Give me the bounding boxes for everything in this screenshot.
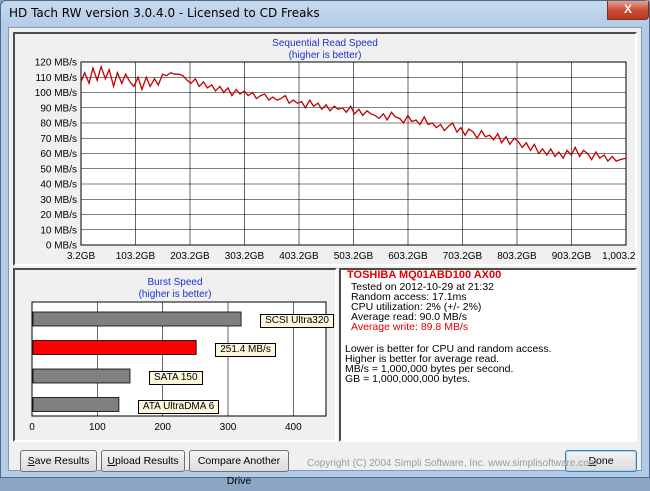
- burst-x-tick-label: 400: [285, 422, 302, 433]
- seq-x-tick-label: 503.2GB: [334, 251, 374, 262]
- burst-x-tick-label: 0: [29, 422, 35, 433]
- save-results-accel: S: [27, 455, 35, 467]
- seq-y-tick-label: 20 MB/s: [40, 210, 77, 221]
- burst-bar-label: SCSI Ultra320: [260, 314, 334, 328]
- burst-x-tick-label: 300: [220, 422, 237, 433]
- compare-another-drive-button[interactable]: Compare Another Drive: [189, 450, 289, 487]
- burst-bar: [32, 368, 131, 384]
- seq-y-tick-label: 10 MB/s: [40, 225, 77, 236]
- client-area: Sequential Read Speed (higher is better)…: [8, 27, 642, 487]
- burst-bar: [32, 397, 120, 412]
- burst-bar-label: SATA 150: [149, 371, 203, 385]
- seq-y-tick-label: 60 MB/s: [40, 149, 77, 160]
- save-results-button[interactable]: Save Results: [20, 450, 97, 472]
- seq-y-tick-label: 40 MB/s: [40, 180, 77, 191]
- seq-x-tick-label: 703.2GB: [443, 251, 483, 262]
- upload-results-button[interactable]: Upload Results: [101, 450, 185, 472]
- upload-results-accel: U: [107, 455, 115, 467]
- burst-speed-panel: Burst Speed (higher is better) 0 100 200 30…: [13, 268, 337, 442]
- seq-y-tick-label: 90 MB/s: [40, 103, 77, 114]
- seq-y-tick-label: 80 MB/s: [40, 119, 77, 130]
- seq-x-tick-label: 303.2GB: [225, 251, 265, 262]
- drive-info-panel: TOSHIBA MQ01ABD100 AX00 Tested on 2012-1…: [339, 268, 637, 442]
- burst-bar-label: ATA UltraDMA 6: [137, 399, 220, 414]
- window-title: HD Tach RW version 3.0.4.0 - Licensed to…: [9, 6, 320, 20]
- burst-x-tick-label: 200: [154, 422, 171, 433]
- burst-bar: [32, 311, 242, 327]
- seq-x-tick-label: 3.2GB: [67, 251, 96, 262]
- seq-y-tick-label: 120 MB/s: [35, 58, 77, 69]
- burst-x-tick-label: 100: [89, 422, 106, 433]
- burst-bar: [32, 340, 197, 355]
- done-label: one: [596, 455, 614, 467]
- seq-x-tick-label: 203.2GB: [170, 251, 210, 262]
- title-bar[interactable]: HD Tach RW version 3.0.4.0 - Licensed to…: [1, 1, 649, 27]
- close-button[interactable]: X: [607, 1, 649, 20]
- seq-y-tick-label: 30 MB/s: [40, 195, 77, 206]
- average-write: Average write: 89.8 MB/s: [351, 321, 469, 333]
- burst-speed-chart: 0 100 200 300 400: [29, 301, 327, 433]
- upload-results-label: pload Results: [114, 455, 179, 467]
- app-window: HD Tach RW version 3.0.4.0 - Licensed to…: [0, 0, 650, 487]
- seq-y-tick-label: 50 MB/s: [40, 164, 77, 175]
- seq-x-tick-label: 403.2GB: [279, 251, 319, 262]
- sequential-read-chart: 0 MB/s 10 MB/s 20 MB/s 30 MB/s 40 MB/s 50 MB/…: [35, 58, 635, 263]
- sequential-read-panel: Sequential Read Speed (higher is better)…: [13, 32, 637, 266]
- seq-y-tick-label: 100 MB/s: [35, 88, 77, 99]
- burst-bar-label: 251.4 MB/s: [215, 342, 276, 357]
- seq-x-tick-label: 903.2GB: [552, 251, 592, 262]
- seq-x-tick-label: 603.2GB: [388, 251, 428, 262]
- seq-y-tick-label: 110 MB/s: [36, 73, 78, 84]
- copyright-text: Copyright (C) 2004 Simpli Software, Inc.…: [307, 458, 598, 469]
- seq-y-tick-label: 70 MB/s: [40, 134, 77, 145]
- drive-name: TOSHIBA MQ01ABD100 AX00: [347, 269, 502, 281]
- seq-y-tick-label: 0 MB/s: [46, 241, 77, 252]
- save-results-label: ave Results: [34, 455, 90, 467]
- seq-x-tick-label: 103.2GB: [116, 251, 156, 262]
- seq-x-tick-label: 1,003.2GB: [602, 251, 635, 262]
- note-gb-definition: GB = 1,000,000,000 bytes.: [345, 373, 471, 385]
- seq-x-tick-label: 803.2GB: [497, 251, 537, 262]
